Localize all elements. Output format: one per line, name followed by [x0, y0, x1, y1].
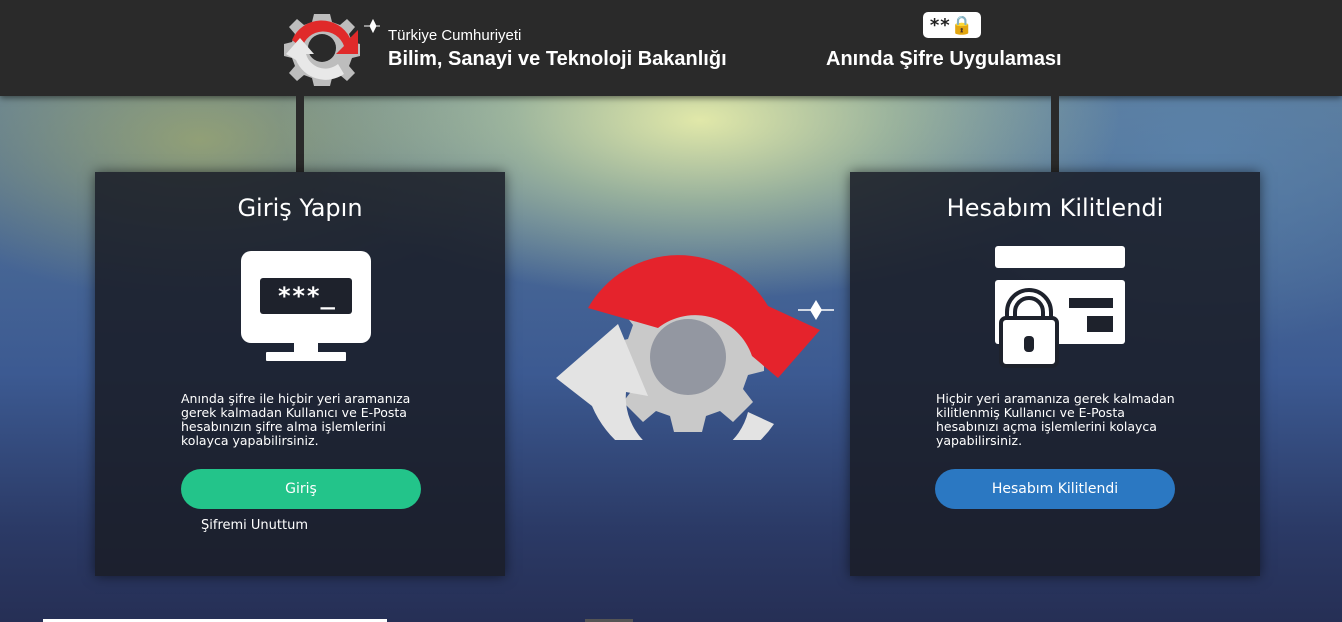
monitor-screen-text: ***_ [277, 282, 335, 310]
card-hanger-right [1051, 96, 1059, 172]
ministry-title: Bilim, Sanayi ve Teknoloji Bakanlığı [388, 48, 727, 70]
login-card-description: Anında şifre ile hiçbir yeri aramanıza g… [181, 391, 411, 448]
top-header: Türkiye Cumhuriyeti Bilim, Sanayi ve Tek… [0, 0, 1342, 96]
ministry-subtitle: Türkiye Cumhuriyeti [388, 27, 522, 44]
card-hanger-left [296, 96, 304, 172]
login-button[interactable]: Giriş [181, 469, 421, 509]
login-card-title: Giriş Yapın [237, 194, 363, 222]
app-title: Anında Şifre Uygulaması [826, 48, 1062, 70]
login-card: Giriş Yapın ***_ Anında şifre ile hiçbir… [95, 172, 505, 576]
password-badge-icon: **🔒 [923, 12, 981, 38]
id-card-lock-icon [995, 246, 1125, 368]
locked-card-description: Hiçbir yeri aramanıza gerek kalmadan kil… [936, 391, 1175, 448]
locked-account-card: Hesabım Kilitlendi Hiçbir yeri aramanıza… [850, 172, 1260, 576]
gear-logo-icon [284, 14, 380, 86]
locked-card-title: Hesabım Kilitlendi [946, 194, 1164, 222]
account-locked-button[interactable]: Hesabım Kilitlendi [935, 469, 1175, 509]
monitor-password-icon: ***_ [241, 251, 371, 361]
forgot-password-link[interactable]: Şifremi Unuttum [201, 518, 308, 533]
gear-refresh-icon [556, 255, 834, 440]
